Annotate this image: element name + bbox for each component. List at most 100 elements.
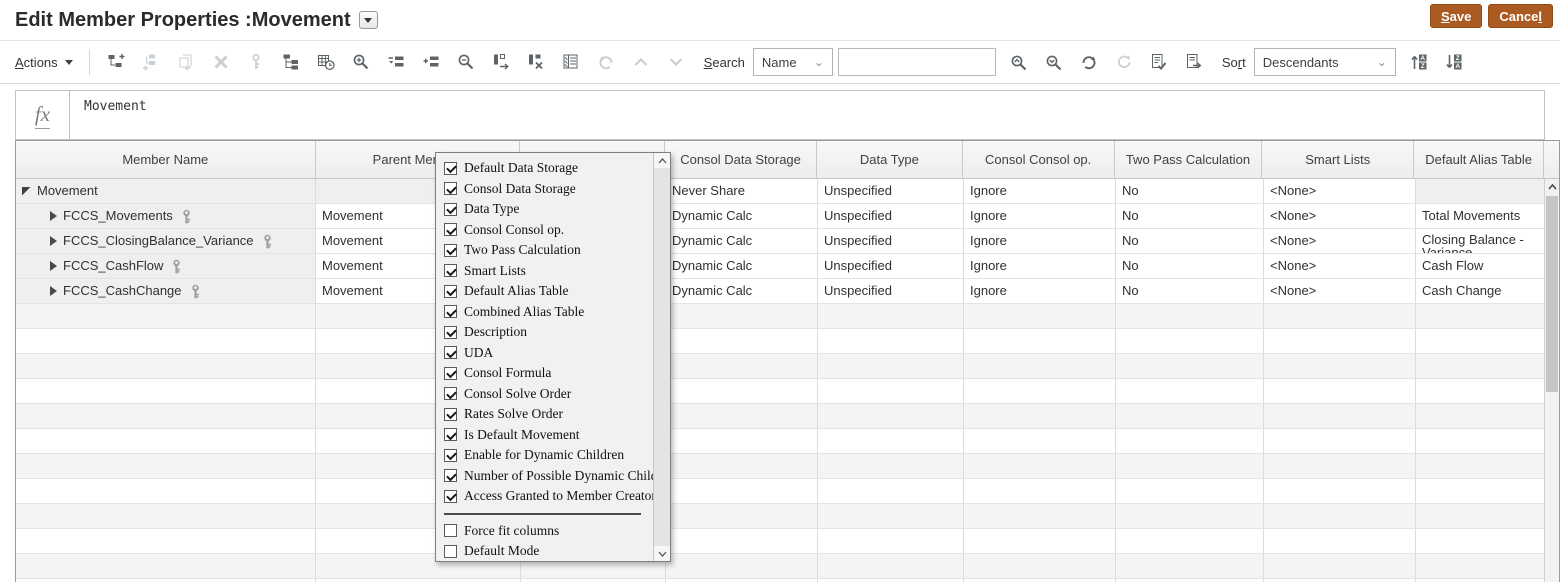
cell-two_pass[interactable]: No: [1116, 279, 1264, 304]
show-hierarchy-icon[interactable]: [278, 49, 305, 76]
column-header-consol_op[interactable]: Consol Consol op.: [963, 141, 1115, 178]
checkbox-checked-icon[interactable]: [444, 346, 457, 359]
remove-column-icon[interactable]: [523, 49, 550, 76]
column-menu-item[interactable]: Number of Possible Dynamic Children: [444, 466, 653, 487]
scroll-up-icon[interactable]: [654, 153, 670, 168]
cell-two_pass[interactable]: No: [1116, 254, 1264, 279]
empty-cell[interactable]: [16, 379, 316, 404]
cell-consol_op[interactable]: Ignore: [964, 254, 1116, 279]
column-menu-item[interactable]: Combined Alias Table: [444, 302, 653, 323]
checkbox-checked-icon[interactable]: [444, 203, 457, 216]
empty-cell[interactable]: [16, 504, 316, 529]
empty-cell[interactable]: [1264, 304, 1416, 329]
save-button[interactable]: Save: [1430, 4, 1482, 28]
empty-cell[interactable]: [818, 454, 964, 479]
column-menu-item[interactable]: Consol Solve Order: [444, 384, 653, 405]
column-menu-item[interactable]: Two Pass Calculation: [444, 240, 653, 261]
empty-cell[interactable]: [666, 379, 818, 404]
sort-ascending-icon[interactable]: AZ: [1406, 49, 1433, 76]
checkbox-checked-icon[interactable]: [444, 223, 457, 236]
empty-cell[interactable]: [1264, 354, 1416, 379]
empty-cell[interactable]: [666, 304, 818, 329]
cell-default_alias[interactable]: Cash Change: [1416, 279, 1546, 304]
formula-value[interactable]: Movement: [70, 91, 1544, 139]
cell-consol_data_storage[interactable]: Dynamic Calc: [666, 229, 818, 254]
empty-cell[interactable]: [1116, 504, 1264, 529]
column-header-two_pass[interactable]: Two Pass Calculation: [1115, 141, 1263, 178]
member-name-cell[interactable]: FCCS_CashChange: [16, 279, 316, 304]
empty-cell[interactable]: [16, 329, 316, 354]
empty-cell[interactable]: [1116, 304, 1264, 329]
empty-cell[interactable]: [1116, 354, 1264, 379]
empty-cell[interactable]: [1416, 404, 1546, 429]
empty-cell[interactable]: [16, 354, 316, 379]
cell-consol_op[interactable]: Ignore: [964, 279, 1116, 304]
checkbox-checked-icon[interactable]: [444, 244, 457, 257]
empty-cell[interactable]: [1416, 379, 1546, 404]
collapse-twisty-icon[interactable]: [22, 187, 31, 196]
scroll-up-icon[interactable]: [1545, 179, 1559, 195]
empty-cell[interactable]: [818, 379, 964, 404]
empty-cell[interactable]: [16, 454, 316, 479]
checkbox-unchecked-icon[interactable]: [444, 545, 457, 558]
expand-twisty-icon[interactable]: [50, 261, 57, 271]
checkbox-checked-icon[interactable]: [444, 326, 457, 339]
column-menu-item[interactable]: Default Data Storage: [444, 158, 653, 179]
cell-consol_op[interactable]: Ignore: [964, 179, 1116, 204]
checkbox-checked-icon[interactable]: [444, 449, 457, 462]
empty-cell[interactable]: [964, 329, 1116, 354]
checkbox-checked-icon[interactable]: [444, 408, 457, 421]
empty-cell[interactable]: [818, 529, 964, 554]
empty-cell[interactable]: [1116, 404, 1264, 429]
cell-two_pass[interactable]: No: [1116, 179, 1264, 204]
empty-cell[interactable]: [666, 329, 818, 354]
empty-cell[interactable]: [16, 404, 316, 429]
empty-cell[interactable]: [1116, 554, 1264, 579]
cell-smart_lists[interactable]: <None>: [1264, 279, 1416, 304]
column-menu-item[interactable]: Enable for Dynamic Children: [444, 445, 653, 466]
empty-cell[interactable]: [666, 354, 818, 379]
member-name-cell[interactable]: FCCS_Movements: [16, 204, 316, 229]
cancel-button[interactable]: Cancel: [1488, 4, 1553, 28]
cell-data_type[interactable]: Unspecified: [818, 179, 964, 204]
validate-metadata-icon[interactable]: [1181, 49, 1208, 76]
cell-consol_data_storage[interactable]: Dynamic Calc: [666, 254, 818, 279]
checkbox-checked-icon[interactable]: [444, 490, 457, 503]
cell-default_alias[interactable]: Closing Balance - Variance: [1416, 229, 1546, 254]
cell-smart_lists[interactable]: <None>: [1264, 179, 1416, 204]
cell-consol_data_storage[interactable]: Dynamic Calc: [666, 204, 818, 229]
column-menu-item[interactable]: Description: [444, 322, 653, 343]
empty-cell[interactable]: [818, 479, 964, 504]
checkbox-checked-icon[interactable]: [444, 162, 457, 175]
column-menu-scrollbar[interactable]: [653, 153, 670, 561]
empty-cell[interactable]: [1264, 379, 1416, 404]
empty-cell[interactable]: [1264, 529, 1416, 554]
column-header-member[interactable]: Member Name: [16, 141, 316, 178]
empty-cell[interactable]: [1264, 554, 1416, 579]
redo-icon[interactable]: [1076, 49, 1103, 76]
empty-cell[interactable]: [964, 504, 1116, 529]
cell-data_type[interactable]: Unspecified: [818, 254, 964, 279]
empty-cell[interactable]: [16, 529, 316, 554]
empty-cell[interactable]: [964, 404, 1116, 429]
scroll-down-icon[interactable]: [654, 546, 670, 561]
empty-cell[interactable]: [16, 479, 316, 504]
add-child-icon[interactable]: [103, 49, 130, 76]
empty-cell[interactable]: [16, 554, 316, 579]
cell-default_alias[interactable]: Cash Flow: [1416, 254, 1546, 279]
column-menu-item[interactable]: Is Default Movement: [444, 425, 653, 446]
empty-cell[interactable]: [666, 454, 818, 479]
column-header-smart_lists[interactable]: Smart Lists: [1262, 141, 1414, 178]
empty-cell[interactable]: [1264, 429, 1416, 454]
sort-descending-icon[interactable]: ZA: [1441, 49, 1468, 76]
empty-cell[interactable]: [1416, 554, 1546, 579]
dimension-selector-button[interactable]: [359, 11, 378, 29]
column-header-data_type[interactable]: Data Type: [817, 141, 963, 178]
empty-cell[interactable]: [1264, 404, 1416, 429]
cell-smart_lists[interactable]: <None>: [1264, 254, 1416, 279]
search-input[interactable]: [838, 48, 996, 76]
expand-twisty-icon[interactable]: [50, 211, 57, 221]
column-header-consol_data_storage[interactable]: Consol Data Storage: [665, 141, 817, 178]
column-menu-item[interactable]: UDA: [444, 343, 653, 364]
cell-smart_lists[interactable]: <None>: [1264, 229, 1416, 254]
